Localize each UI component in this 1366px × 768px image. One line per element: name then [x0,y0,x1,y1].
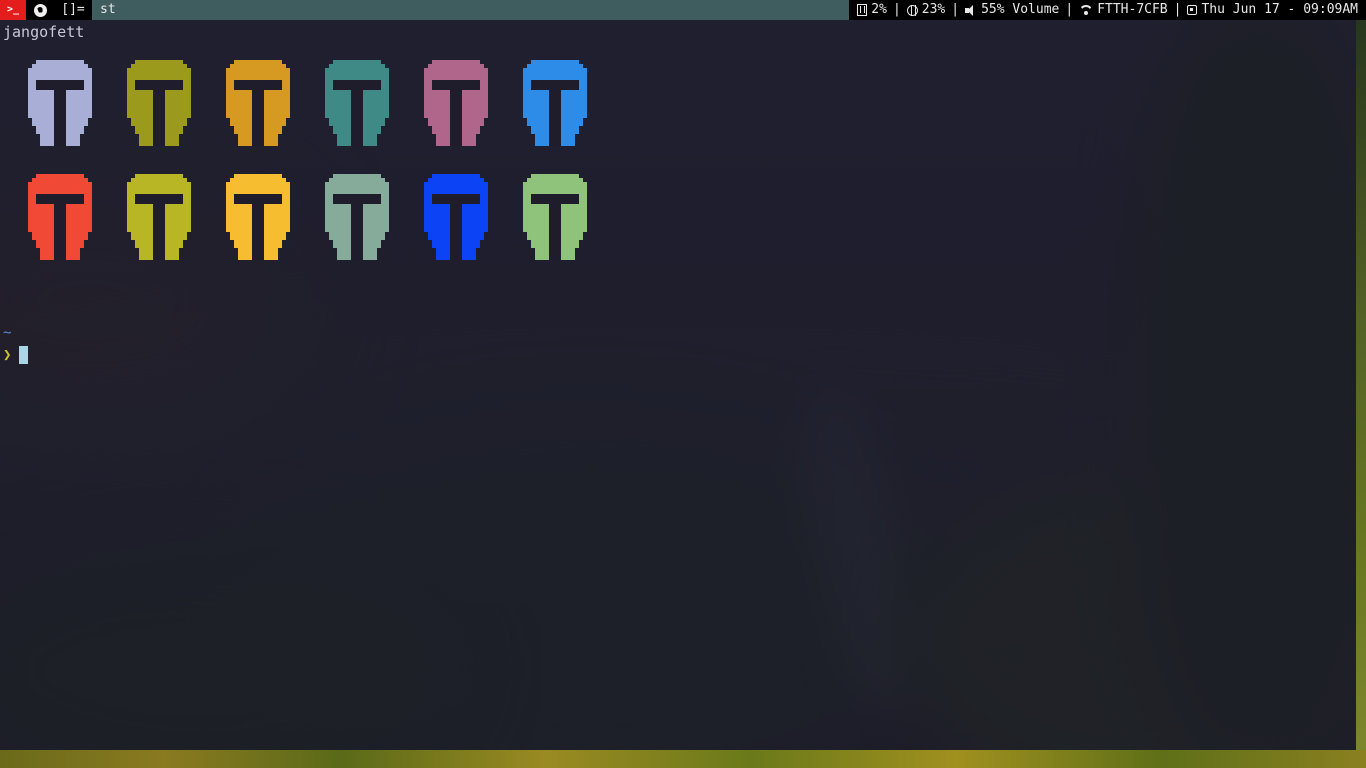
helmet-icon [523,60,587,146]
tag-firefox[interactable] [26,0,54,20]
volume-value: 55% Volume [981,2,1060,17]
memory-icon [857,4,868,16]
wifi-name: FTTH-7CFB [1097,2,1168,17]
cpu-status: 23% [906,0,946,20]
terminal-launcher-icon[interactable]: >_ [0,0,26,20]
text-cursor [19,346,29,364]
prompt-symbol: ❯ [3,347,12,363]
helmet-color-grid [28,60,587,260]
calendar-icon [1187,5,1198,15]
helmet-icon [127,174,191,260]
helmet-icon [28,60,92,146]
speaker-icon [965,4,977,16]
prompt-directory: ~ [3,325,12,341]
helmet-icon [325,60,389,146]
status-separator: | [951,2,960,17]
status-separator: | [1173,2,1182,17]
memory-status: 2% [857,0,887,20]
helmet-icon [523,174,587,260]
helmet-icon [28,174,92,260]
terminal-window[interactable]: jangofett ~ ❯ [0,20,1356,750]
helmet-icon [424,60,488,146]
status-bar: >_ []= st 2% | 23% | 55% Volume | FTTH-7… [0,0,1366,20]
clock-value: Thu Jun 17 - 09:09AM [1201,2,1359,17]
helmet-icon [325,174,389,260]
firefox-icon [33,3,47,17]
prompt-line[interactable]: ❯ [3,346,29,364]
memory-value: 2% [871,2,887,17]
cpu-value: 23% [921,2,946,17]
status-indicators: 2% | 23% | 55% Volume | FTTH-7CFB | Thu … [849,0,1366,20]
cpu-icon [906,4,918,16]
clock-status[interactable]: Thu Jun 17 - 09:09AM [1187,0,1358,20]
helmet-icon [226,174,290,260]
layout-indicator[interactable]: []= [54,0,92,20]
helmet-icon [424,174,488,260]
window-title: st [92,0,483,20]
helmet-icon [226,60,290,146]
hostname-label: jangofett [3,23,85,41]
wifi-status[interactable]: FTTH-7CFB [1079,0,1168,20]
status-separator: | [892,2,901,17]
status-separator: | [1065,2,1074,17]
wifi-icon [1079,5,1093,15]
helmet-icon [127,60,191,146]
volume-status[interactable]: 55% Volume [965,0,1059,20]
